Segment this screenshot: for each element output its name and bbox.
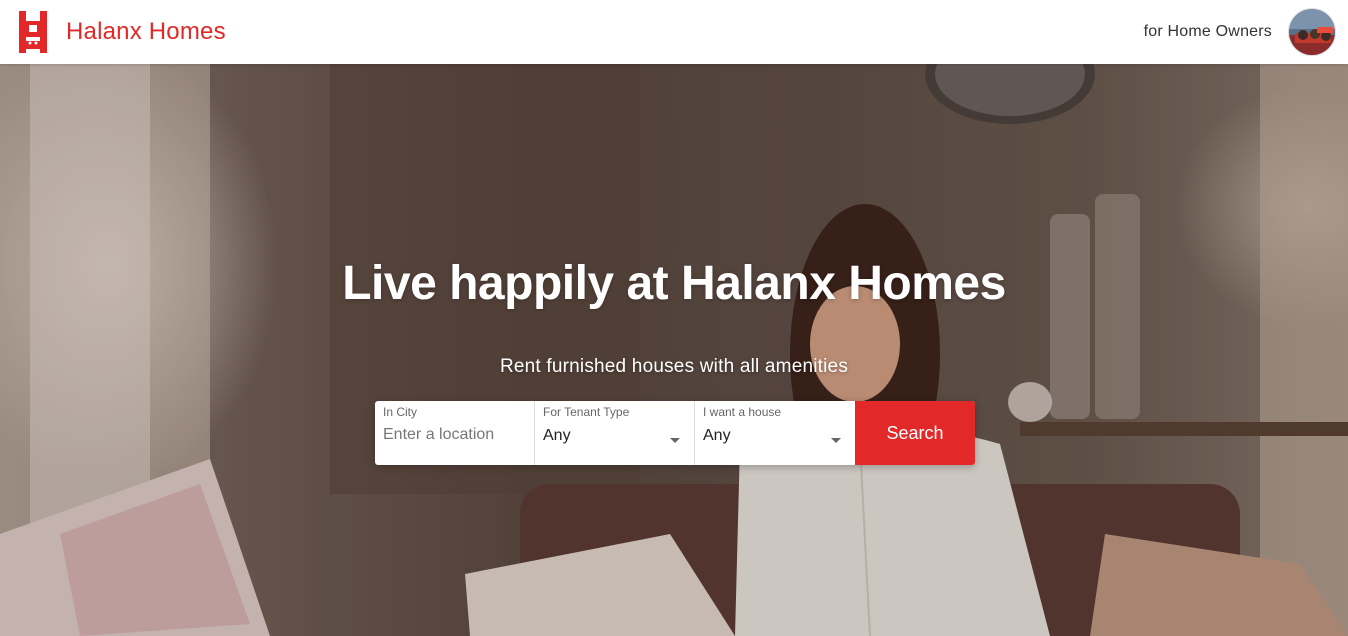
house-type-select[interactable]: I want a house Any <box>695 401 855 465</box>
hero-section: Live happily at Halanx Homes Rent furnis… <box>0 64 1348 636</box>
hero-title: Live happily at Halanx Homes <box>342 257 1006 310</box>
city-field: In City <box>375 401 535 465</box>
tenant-type-select[interactable]: For Tenant Type Any <box>535 401 695 465</box>
dropdown-caret-icon <box>670 438 680 443</box>
search-button[interactable]: Search <box>855 401 975 465</box>
location-input[interactable] <box>383 426 526 444</box>
house-search-form: In City For Tenant Type Any I want a hou… <box>375 401 975 465</box>
city-label: In City <box>383 405 418 419</box>
header-actions: for Home Owners <box>1144 8 1336 56</box>
top-navbar: Halanx Homes for Home Owners <box>0 0 1348 64</box>
user-avatar[interactable] <box>1288 8 1336 56</box>
brand-name: Halanx Homes <box>66 18 226 45</box>
tenant-type-value: Any <box>543 427 571 444</box>
house-type-label: I want a house <box>703 405 782 419</box>
halanx-logo-icon <box>19 11 47 53</box>
brand-home-link[interactable]: Halanx Homes <box>16 7 226 57</box>
house-type-value: Any <box>703 427 731 444</box>
home-owners-link[interactable]: for Home Owners <box>1144 23 1272 41</box>
tenant-type-label: For Tenant Type <box>543 405 630 419</box>
hero-subtitle: Rent furnished houses with all amenities <box>499 356 849 377</box>
hero-overlay <box>0 64 1348 636</box>
dropdown-caret-icon <box>831 438 841 443</box>
